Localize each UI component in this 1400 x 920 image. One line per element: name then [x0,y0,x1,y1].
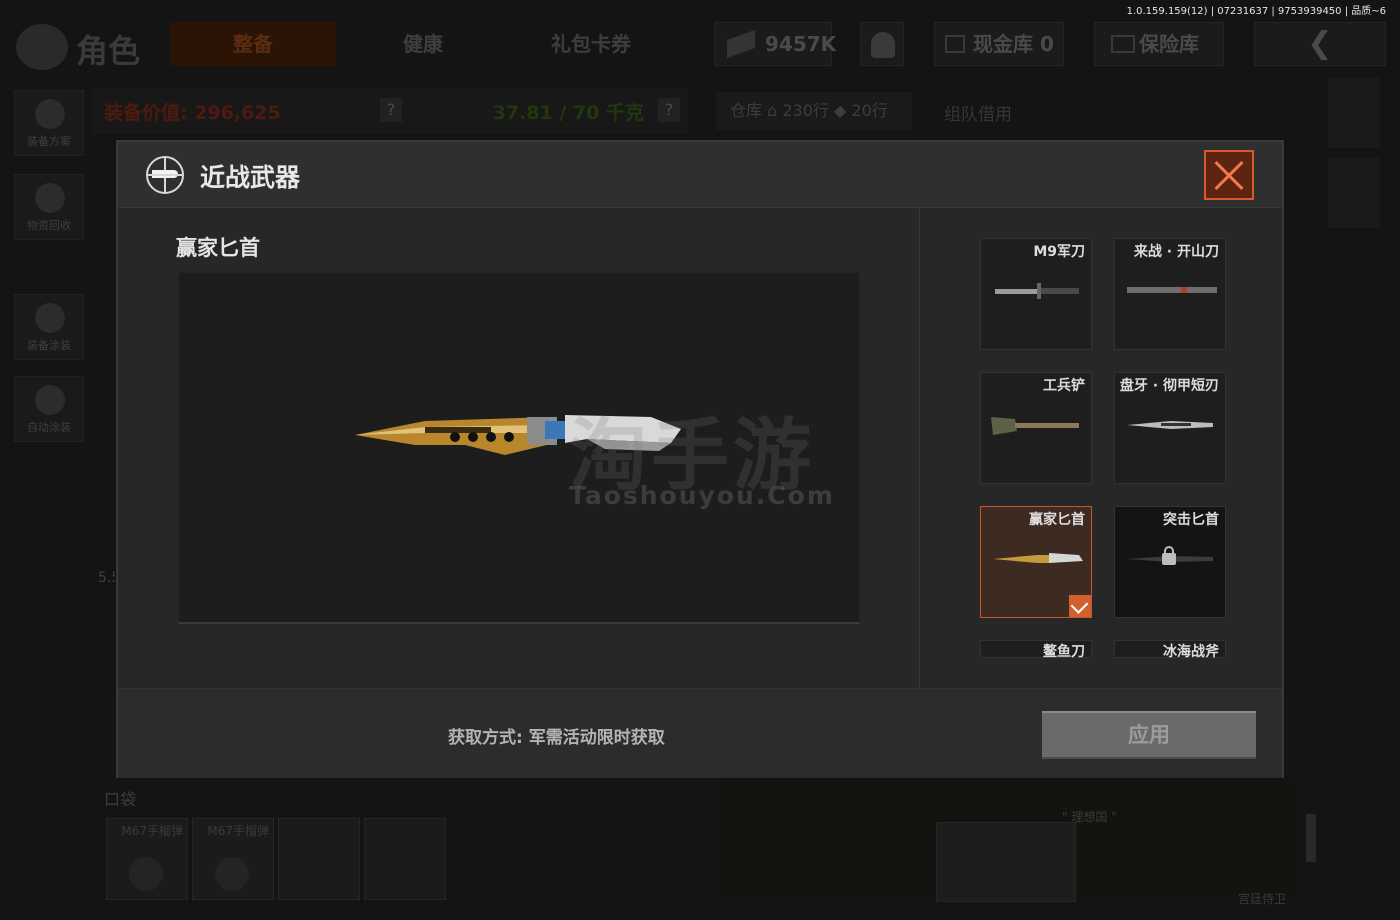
help-icon[interactable]: ? [658,98,680,122]
knife-icon [152,170,178,178]
tab-health[interactable]: 健康 [340,22,506,66]
weapon-card-name: 鳌鱼刀 [1043,644,1085,660]
tag-icon: ◆ [834,101,847,120]
weapon-preview: 淘手游 Taoshouyou.Com [178,272,860,624]
weapon-card-name: 工兵铲 [1043,378,1085,394]
weapon-list: M9军刀 来战 · 开山刀 工兵铲 盘牙 · 彻甲短刃 赢家匕首 突击匕首 鳌鱼… [922,208,1284,688]
shovel-image [991,417,1079,435]
short-blade-image [1127,421,1213,429]
globe-knife-icon [146,156,184,194]
weapon-card-alligator-knife[interactable]: 鳌鱼刀 [980,640,1092,660]
storage-tab[interactable]: 仓库 ⌂ 230行 ◆ 20行 [716,92,912,130]
sidebar-item-label: 物资回收 [27,219,71,232]
guard-label: 宫廷侍卫 [1238,892,1287,906]
operator-icon [871,32,895,58]
insurance-label: 保险库 [1139,32,1199,56]
storage-preview: " 理想国 " [716,778,1300,902]
pocket-item-name: M67手榴弹 [121,824,183,838]
tab-loadout[interactable]: 整备 [170,22,336,66]
close-button[interactable] [1204,150,1254,200]
safe-icon [1111,35,1135,53]
weapon-card-machete[interactable]: 来战 · 开山刀 [1114,238,1226,350]
storage-label: 仓库 [730,101,763,120]
weapon-preview-panel: 赢家匕首 淘手游 Taoshouyou.Com [118,208,920,688]
weapon-card-name: 冰海战斧 [1163,644,1219,660]
paint-helmet-icon [35,303,65,333]
back-button[interactable]: ❮ [1254,22,1386,66]
selected-weapon-name: 赢家匕首 [176,236,260,260]
chevron-left-icon: ❮ [1307,26,1333,61]
check-icon [1069,595,1091,617]
weapon-card-ice-axe[interactable]: 冰海战斧 [1114,640,1226,660]
crate-image [936,822,1076,902]
help-icon[interactable]: ? [380,98,402,122]
cash-vault-button[interactable]: 现金库 0 [934,22,1064,66]
pocket-item-name: M67手榴弹 [207,824,269,838]
weapon-card-assault-dagger[interactable]: 突击匕首 [1114,506,1226,618]
scrollbar[interactable] [1306,814,1316,862]
recycle-icon [35,183,65,213]
sidebar-item-recycle[interactable]: 物资回收 [14,174,84,240]
weapon-card-name: 来战 · 开山刀 [1133,244,1219,260]
cash-vault-label: 现金库 0 [973,32,1054,56]
sidebar-item-label: 装备涂装 [27,339,71,352]
crate-label: " 理想国 " [1062,810,1117,824]
pocket-slot[interactable]: M67手榴弹 [192,818,274,900]
character-logo-icon [16,24,68,70]
sidebar-item-label: 自动涂装 [27,421,71,434]
top-bar: 角色 整备 健康 礼包卡券 9457K 现金库 0 保险库 ❮ [0,14,1400,74]
helmet-icon [35,99,65,129]
watermark-url: Taoshouyou.Com [569,481,835,510]
pocket-label: 口袋 [104,790,137,809]
money-display[interactable]: 9457K [714,22,836,66]
equipment-weight: 37.81 / 70 千克 [492,102,644,124]
layers-button[interactable] [1328,78,1380,148]
storage-rows: 230行 [782,101,829,120]
equipment-value-bar: 装备价值: 296,625 ? 37.81 / 70 千克 ? [92,88,688,134]
sidebar-item-loadout-plan[interactable]: 装备方案 [14,90,84,156]
storage-extra-rows: 20行 [851,101,888,120]
team-borrow-tab[interactable]: 组队借用 [944,100,1012,125]
home-icon: ⌂ [767,101,778,120]
spray-gear-icon [35,385,65,415]
apply-button[interactable]: 应用 [1042,711,1256,759]
weapon-card-short-blade[interactable]: 盘牙 · 彻甲短刃 [1114,372,1226,484]
page-title: 角色 [76,32,141,70]
stack-button[interactable] [1328,158,1380,228]
weapon-card-winner-dagger[interactable]: 赢家匕首 [980,506,1092,618]
sidebar-item-auto-paint[interactable]: 自动涂装 [14,376,84,442]
banknote-icon [727,29,755,59]
machete-image [1127,287,1217,293]
weapon-card-name: 盘牙 · 彻甲短刃 [1119,378,1219,394]
lock-icon [1162,546,1176,565]
dialog-footer: 获取方式: 军需活动限时获取 应用 [118,688,1282,778]
m9-knife-image [995,283,1079,299]
dialog-title: 近战武器 [200,163,301,192]
equipment-value: 装备价值: 296,625 [104,102,281,124]
weapon-card-name: 突击匕首 [1163,512,1219,528]
tab-gift-cards[interactable]: 礼包卡券 [508,22,674,66]
pocket-slot-empty[interactable] [364,818,446,900]
pocket-slot[interactable]: M67手榴弹 [106,818,188,900]
pocket-slot-empty[interactable] [278,818,360,900]
vault-icon [945,35,965,53]
money-value: 9457K [765,32,837,56]
weapon-card-shovel[interactable]: 工兵铲 [980,372,1092,484]
sidebar-item-paint[interactable]: 装备涂装 [14,294,84,360]
operator-button[interactable] [860,22,904,66]
weapon-card-name: M9军刀 [1033,244,1085,260]
insurance-vault-button[interactable]: 保险库 [1094,22,1224,66]
weapon-card-name: 赢家匕首 [1029,512,1085,528]
grenade-icon [129,857,163,891]
melee-weapon-dialog: 近战武器 赢家匕首 淘手游 Taoshouyou.Com M9军刀 来战 · 开… [116,140,1284,778]
sidebar-item-label: 装备方案 [27,135,71,148]
weapon-card-m9[interactable]: M9军刀 [980,238,1092,350]
dialog-header: 近战武器 [118,142,1282,208]
acquire-method: 获取方式: 军需活动限时获取 [448,728,665,748]
winner-dagger-thumb [993,553,1083,563]
grenade-icon [215,857,249,891]
